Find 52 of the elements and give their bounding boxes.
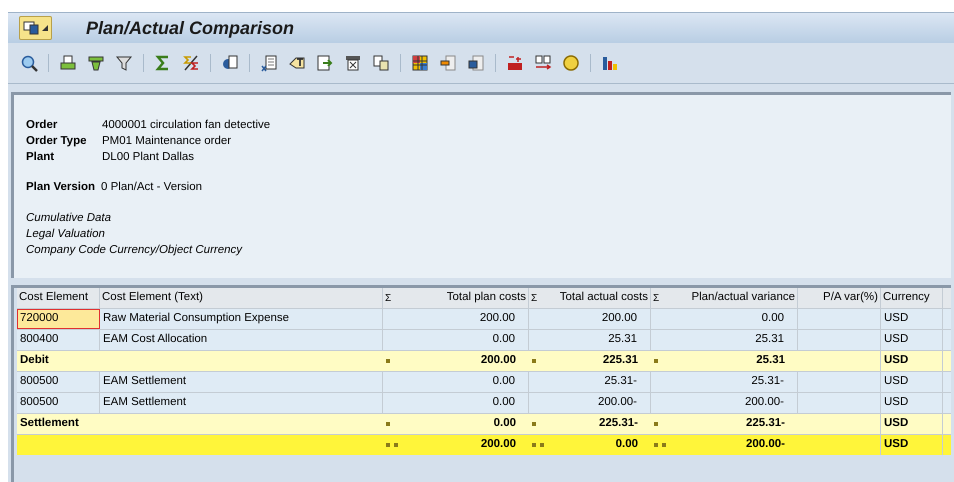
field-value: PM01 Maintenance order bbox=[102, 134, 232, 149]
printer-icon[interactable] bbox=[59, 54, 77, 72]
document-icon[interactable] bbox=[221, 54, 239, 72]
field-label: Plan Version bbox=[26, 180, 96, 195]
export-icon[interactable] bbox=[316, 54, 334, 72]
column-label: Cost Element (Text) bbox=[102, 290, 203, 306]
table-cell[interactable]: Debit bbox=[17, 351, 100, 371]
field-label: Order Type bbox=[26, 134, 88, 149]
zoom-icon[interactable] bbox=[20, 54, 38, 72]
filter-icon[interactable] bbox=[87, 54, 105, 72]
field-value: DL00 Plant Dallas bbox=[102, 150, 196, 165]
field-value: 0 Plan/Act - Version bbox=[101, 180, 202, 195]
column-label: Cost Element bbox=[19, 290, 88, 306]
table-cell[interactable]: 225.31 bbox=[529, 351, 651, 371]
bar-chart-icon[interactable] bbox=[601, 54, 619, 72]
note-text: Company Code Currency/Object Currency bbox=[26, 243, 244, 258]
column-right-icon[interactable] bbox=[467, 54, 485, 72]
table-cell[interactable]: 225.31- bbox=[651, 414, 798, 434]
table-cell[interactable]: 200.00 bbox=[383, 351, 529, 371]
column-label: Currency bbox=[883, 290, 930, 306]
note-text: Cumulative Data bbox=[26, 211, 112, 226]
sum-mark: Σ bbox=[385, 292, 392, 306]
sum-mark: Σ bbox=[531, 292, 538, 306]
table-cell[interactable]: 200.00- bbox=[651, 435, 798, 455]
funnel-icon[interactable] bbox=[115, 54, 133, 72]
field-label: Order bbox=[26, 118, 58, 133]
note-text: Legal Valuation bbox=[26, 227, 106, 242]
table-cell[interactable]: 200.00 bbox=[383, 435, 529, 455]
grid-icon[interactable] bbox=[411, 54, 429, 72]
column-label: P/A var(%) bbox=[823, 290, 878, 306]
sum-mark: Σ bbox=[653, 292, 660, 306]
column-label: Total plan costs bbox=[446, 290, 526, 306]
caret-icon bbox=[42, 25, 48, 31]
swap-icon[interactable] bbox=[534, 54, 552, 72]
table-cell[interactable]: Settlement bbox=[17, 414, 100, 434]
table-cell[interactable]: 25.31 bbox=[651, 351, 798, 371]
table-cell[interactable]: 0.00 bbox=[383, 414, 529, 434]
menu-button[interactable] bbox=[19, 16, 52, 40]
column-label: Plan/actual variance bbox=[691, 290, 795, 306]
screen-icon bbox=[23, 20, 39, 36]
table-cell[interactable]: USD bbox=[881, 435, 943, 455]
field-value: 4000001 circulation fan detective bbox=[102, 118, 270, 133]
column-left-icon[interactable] bbox=[439, 54, 457, 72]
table-cell[interactable]: 720000 bbox=[17, 309, 100, 329]
table-cell[interactable]: 0.00 bbox=[529, 435, 651, 455]
frame-icon[interactable] bbox=[344, 54, 362, 72]
window-title: Plan/Actual Comparison bbox=[86, 16, 294, 40]
column-label: Total actual costs bbox=[560, 290, 648, 306]
table-cell[interactable]: 225.31- bbox=[529, 414, 651, 434]
coin-icon[interactable] bbox=[562, 54, 580, 72]
field-label: Plant bbox=[26, 150, 56, 165]
subtotal-icon[interactable] bbox=[182, 54, 200, 72]
